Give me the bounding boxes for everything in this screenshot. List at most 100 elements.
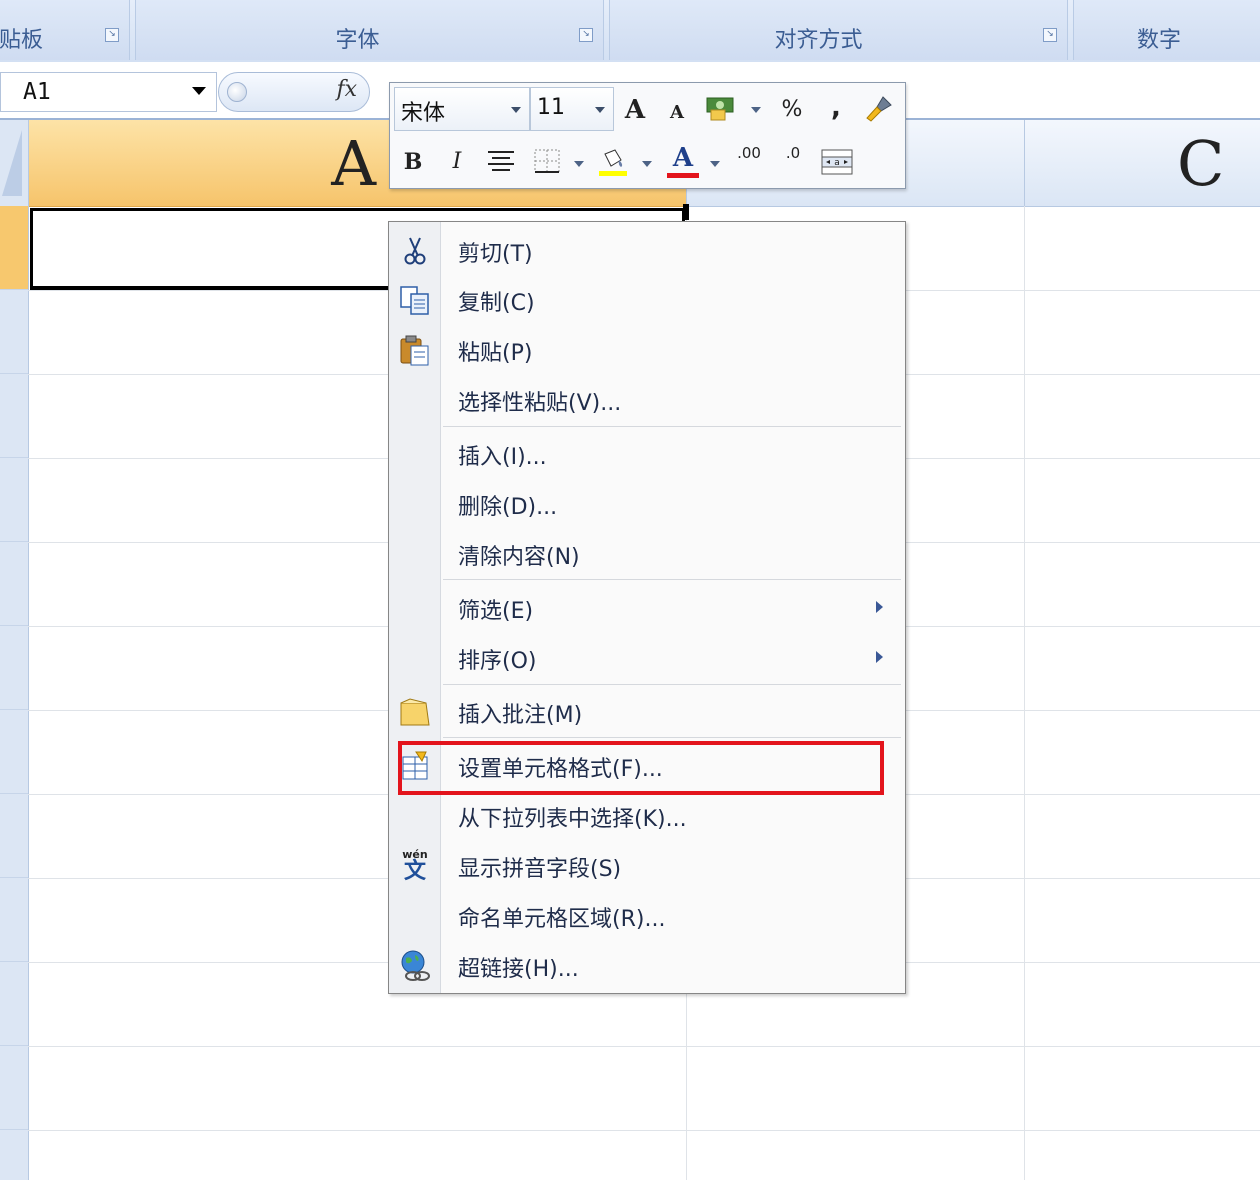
menu-item-copy[interactable]: 复制(C)	[389, 275, 903, 325]
menu-item-cut[interactable]: 剪切(T)	[389, 226, 903, 276]
menu-item-label: 排序(O)	[458, 649, 537, 674]
highlight-box	[398, 741, 884, 795]
accounting-format-button[interactable]	[704, 91, 738, 125]
row-header-9[interactable]	[0, 878, 28, 962]
ribbon-group-clipboard: 贴板 ↘	[0, 0, 130, 60]
menu-item-label: 插入(I)...	[458, 445, 547, 470]
select-all-corner[interactable]	[0, 120, 29, 206]
menu-item-label: 选择性粘贴(V)...	[458, 391, 622, 416]
comma-style-button[interactable]: ,	[819, 91, 853, 125]
font-color-icon: A	[672, 143, 694, 173]
chevron-down-icon[interactable]	[511, 107, 521, 113]
increase-decimal-button[interactable]: .00	[732, 145, 766, 179]
scissors-icon	[398, 234, 432, 268]
dialog-launcher-icon[interactable]: ↘	[1043, 28, 1057, 42]
row-header-8[interactable]	[0, 794, 28, 878]
accounting-format-icon	[706, 97, 734, 121]
percent-style-button[interactable]: %	[775, 93, 809, 127]
menu-item-filter[interactable]: 筛选(E)	[389, 583, 903, 633]
menu-item-define-name[interactable]: 命名单元格区域(R)...	[389, 891, 903, 941]
svg-text:a: a	[834, 158, 840, 168]
menu-item-label: 命名单元格区域(R)...	[458, 907, 666, 932]
mini-toolbar: 宋体 11 A A % , B I A .00 .0 a	[389, 82, 906, 189]
grid-line	[1024, 206, 1025, 1180]
insert-function-button[interactable]: fx	[336, 77, 357, 102]
dialog-launcher-icon[interactable]: ↘	[105, 28, 119, 42]
submenu-arrow-icon	[876, 601, 883, 613]
borders-icon	[534, 149, 560, 173]
row-header-11[interactable]	[0, 1046, 28, 1130]
name-box[interactable]: A1	[0, 72, 217, 112]
menu-item-hyperlink[interactable]: 超链接(H)...	[389, 941, 903, 991]
menu-item-label: 筛选(E)	[458, 599, 534, 624]
menu-item-label: 从下拉列表中选择(K)...	[458, 807, 687, 832]
expand-knob-icon[interactable]	[227, 82, 247, 102]
increase-decimal-icon: .00	[737, 144, 761, 162]
formula-controls: fx	[218, 72, 370, 112]
copy-icon	[398, 283, 432, 317]
paint-bucket-icon	[599, 149, 627, 176]
menu-item-insert[interactable]: 插入(I)...	[389, 429, 903, 479]
ribbon-group-label-font: 字体	[335, 28, 380, 53]
dialog-launcher-icon[interactable]: ↘	[579, 28, 593, 42]
row-header-5[interactable]	[0, 542, 28, 626]
grow-font-button[interactable]: A	[618, 93, 652, 127]
ribbon-group-label-number: 数字	[1136, 28, 1181, 53]
borders-button[interactable]	[530, 145, 564, 179]
menu-separator	[443, 737, 901, 738]
chevron-down-icon[interactable]	[595, 107, 605, 113]
comment-icon	[398, 695, 432, 729]
ribbon-group-font: 字体 ↘	[135, 0, 604, 60]
center-align-button[interactable]	[484, 145, 518, 179]
font-size-value: 11	[537, 95, 565, 120]
menu-item-insert-comment[interactable]: 插入批注(M)	[389, 687, 903, 737]
paintbrush-icon	[866, 96, 892, 122]
column-header-c[interactable]: C	[1025, 120, 1260, 207]
decrease-decimal-button[interactable]: .0	[776, 145, 810, 179]
ribbon-group-label-alignment: 对齐方式	[774, 28, 863, 53]
row-header-2[interactable]	[0, 290, 28, 374]
fill-handle[interactable]	[683, 204, 689, 220]
menu-item-label: 复制(C)	[458, 291, 535, 316]
decrease-decimal-icon: .0	[785, 144, 801, 162]
font-size-combo[interactable]: 11	[530, 87, 614, 131]
menu-separator	[443, 684, 901, 685]
menu-item-sort[interactable]: 排序(O)	[389, 633, 903, 683]
chevron-down-icon[interactable]	[192, 87, 206, 95]
chevron-down-icon[interactable]	[751, 107, 761, 113]
chevron-down-icon[interactable]	[710, 161, 720, 167]
italic-button[interactable]: I	[440, 145, 474, 179]
row-header-3[interactable]	[0, 374, 28, 458]
row-header-10[interactable]	[0, 962, 28, 1046]
name-box-value: A1	[23, 79, 51, 105]
chevron-down-icon[interactable]	[574, 161, 584, 167]
row-header-1[interactable]	[0, 206, 28, 290]
bold-button[interactable]: B	[396, 145, 430, 179]
menu-item-delete[interactable]: 删除(D)...	[389, 479, 903, 529]
font-color-button[interactable]: A	[666, 141, 700, 178]
font-name-value: 宋体	[401, 101, 446, 126]
menu-item-label: 剪切(T)	[458, 242, 533, 267]
menu-item-clear-contents[interactable]: 清除内容(N)	[389, 529, 903, 579]
fill-color-button[interactable]	[596, 143, 630, 177]
paste-icon	[398, 333, 432, 367]
row-header-strip	[0, 206, 29, 1180]
chevron-down-icon[interactable]	[642, 161, 652, 167]
menu-item-pick-from-list[interactable]: 从下拉列表中选择(K)...	[389, 791, 903, 841]
menu-item-paste-special[interactable]: 选择性粘贴(V)...	[389, 375, 903, 425]
shrink-font-button[interactable]: A	[660, 95, 694, 129]
shrink-font-icon: A	[670, 102, 684, 123]
column-header-a-label: A	[331, 127, 376, 200]
row-header-4[interactable]	[0, 458, 28, 542]
row-header-6[interactable]	[0, 626, 28, 710]
format-painter-button[interactable]	[862, 91, 896, 125]
menu-item-label: 插入批注(M)	[458, 703, 583, 728]
merge-cells-icon: a	[821, 149, 853, 175]
menu-item-paste[interactable]: 粘贴(P)	[389, 325, 903, 375]
merge-center-button[interactable]: a	[820, 145, 854, 179]
menu-item-show-phonetic[interactable]: wén 文 显示拼音字段(S)	[389, 841, 903, 891]
row-header-7[interactable]	[0, 710, 28, 794]
font-name-combo[interactable]: 宋体	[394, 87, 530, 131]
menu-item-label: 超链接(H)...	[458, 957, 579, 982]
submenu-arrow-icon	[876, 651, 883, 663]
